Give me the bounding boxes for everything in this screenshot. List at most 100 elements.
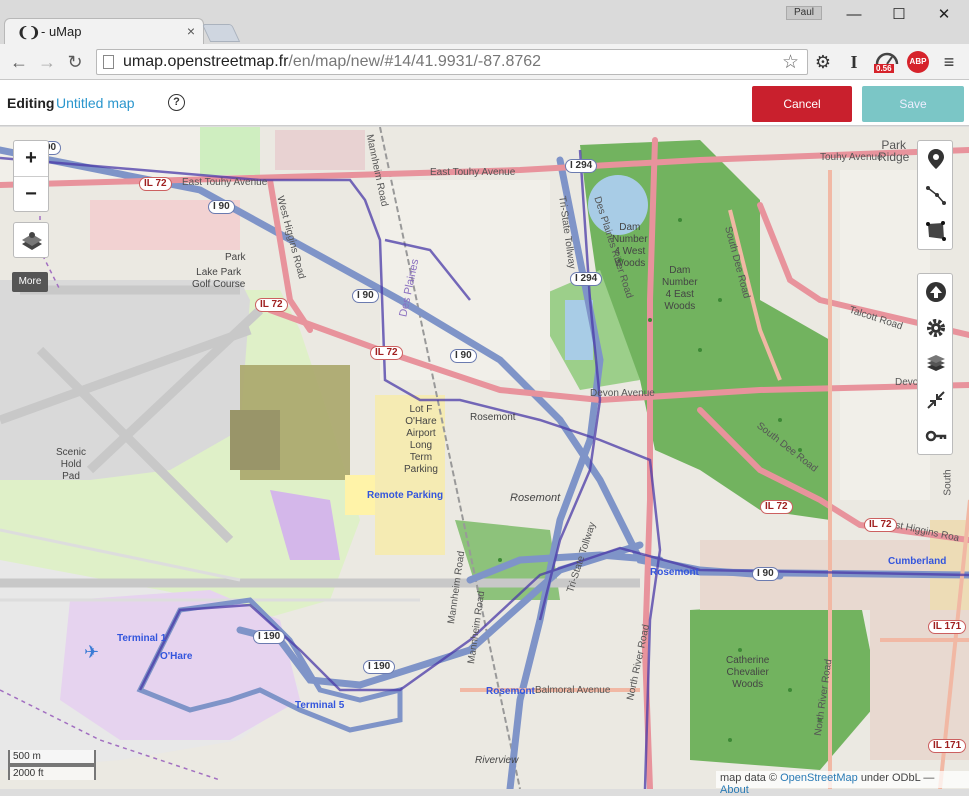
about-link[interactable]: About bbox=[720, 784, 749, 796]
i294-shield: I 294 bbox=[565, 159, 598, 173]
extension-badge: 0.56 bbox=[874, 64, 894, 73]
gear-icon bbox=[927, 319, 945, 337]
park-label: Park bbox=[225, 252, 246, 263]
draw-marker-button[interactable] bbox=[918, 141, 952, 177]
import-data-button[interactable] bbox=[918, 274, 952, 310]
umap-favicon-icon: ❨❩ bbox=[17, 24, 41, 40]
i90-shield-2: I 90 bbox=[352, 289, 379, 303]
riverview-label: Riverview bbox=[475, 755, 519, 766]
osm-link[interactable]: OpenStreetMap bbox=[780, 772, 858, 784]
minimize-button[interactable]: — bbox=[839, 6, 869, 24]
il171-shield-2: IL 171 bbox=[928, 739, 967, 753]
draw-polygon-button[interactable] bbox=[918, 213, 952, 249]
bookmark-star-icon[interactable]: ☆ bbox=[782, 51, 799, 74]
more-controls-button[interactable]: More bbox=[12, 272, 48, 292]
zoom-out-button[interactable]: − bbox=[14, 177, 48, 213]
map-settings-button[interactable] bbox=[918, 310, 952, 346]
url-text: umap.openstreetmap.fr/en/map/new/#14/41.… bbox=[123, 53, 542, 70]
touhy-road-label-2: East Touhy Avenue bbox=[430, 167, 516, 178]
devon-avenue-label: Devon Avenue bbox=[590, 388, 655, 399]
settings-gear-icon[interactable]: ⚙ bbox=[812, 52, 834, 72]
touhy-road-label: East Touhy Avenue bbox=[182, 177, 268, 188]
upload-icon bbox=[926, 282, 946, 302]
save-button[interactable]: Save bbox=[862, 86, 964, 122]
settings-toolbar bbox=[917, 273, 953, 455]
i294-shield-2: I 294 bbox=[570, 272, 603, 286]
browser-toolbar: ← → ↻ umap.openstreetmap.fr/en/map/new/#… bbox=[0, 44, 969, 80]
polyline-icon bbox=[926, 186, 946, 205]
chrome-menu-icon[interactable]: ≡ bbox=[940, 52, 958, 72]
manage-layers-button[interactable] bbox=[918, 346, 952, 382]
tab-close-icon[interactable]: × bbox=[187, 23, 195, 39]
map-canvas[interactable]: Park Lake Park Golf Course Park Ridge Da… bbox=[0, 127, 969, 789]
attribution: map data © OpenStreetMap under ODbL — Ab… bbox=[716, 771, 969, 796]
airport-icon: ✈ bbox=[84, 642, 100, 662]
ohare-label: O'Hare bbox=[160, 651, 193, 662]
i90-shield: I 90 bbox=[208, 200, 235, 214]
cumberland-label: Cumberland bbox=[888, 556, 947, 567]
catherine-woods-label: Catherine Chevalier Woods bbox=[726, 655, 770, 690]
il171-shield: IL 171 bbox=[928, 620, 967, 634]
profile-badge[interactable]: Paul bbox=[786, 6, 822, 20]
balmoral-avenue-label: Balmoral Avenue bbox=[535, 685, 611, 696]
marker-icon bbox=[928, 149, 944, 169]
terminal-5-label: Terminal 5 bbox=[295, 700, 345, 711]
reload-icon[interactable]: ↻ bbox=[64, 52, 86, 72]
zoom-control: + − bbox=[13, 140, 49, 212]
touhy-avenue-label: Touhy Avenue bbox=[820, 152, 883, 163]
terminal-1-label: Terminal 1 bbox=[117, 633, 167, 644]
zoom-in-button[interactable]: + bbox=[14, 141, 48, 177]
devon-avenue-label-2: Devo bbox=[895, 377, 919, 388]
map-name-link[interactable]: Untitled map bbox=[56, 95, 135, 111]
remote-parking-station-label: Remote Parking bbox=[367, 490, 444, 501]
key-icon bbox=[925, 430, 947, 442]
close-window-button[interactable]: ✕ bbox=[929, 6, 959, 24]
lake-park-label: Lake Park Golf Course bbox=[192, 267, 246, 290]
draw-polyline-button[interactable] bbox=[918, 177, 952, 213]
scale-bar: 500 m 2000 ft bbox=[8, 750, 96, 780]
il72-shield: IL 72 bbox=[139, 177, 172, 191]
rosemont-label: Rosemont bbox=[510, 492, 561, 504]
browser-titlebar: ❨❩ - uMap × Paul — ☐ ✕ bbox=[0, 0, 969, 44]
south-label: South bbox=[942, 469, 954, 496]
back-arrow-icon[interactable]: ← bbox=[8, 52, 30, 72]
editing-label: Editing bbox=[7, 95, 55, 111]
il72-shield-5: IL 72 bbox=[864, 518, 897, 532]
i190-shield: I 190 bbox=[253, 630, 286, 644]
il72-shield-4: IL 72 bbox=[760, 500, 793, 514]
maximize-button[interactable]: ☐ bbox=[884, 6, 914, 24]
speedometer-extension-icon[interactable]: 0.56 bbox=[874, 50, 900, 74]
forward-arrow-icon[interactable]: → bbox=[36, 52, 58, 72]
cancel-button[interactable]: Cancel bbox=[752, 86, 852, 122]
rosemont-small-label: Rosemont bbox=[470, 412, 516, 423]
lot-f-label: Lot F O'Hare Airport Long Term Parking bbox=[404, 404, 438, 475]
i90-shield-3: I 90 bbox=[450, 349, 477, 363]
page-icon bbox=[103, 55, 114, 69]
il72-shield-2: IL 72 bbox=[255, 298, 288, 312]
scale-imperial: 2000 ft bbox=[8, 765, 96, 780]
adblock-icon[interactable]: ABP bbox=[907, 51, 929, 73]
rosemont-station-label-2: Rosemont bbox=[486, 686, 535, 697]
map-layers-icon bbox=[22, 232, 42, 250]
polygon-icon bbox=[926, 221, 946, 241]
new-tab-button[interactable] bbox=[201, 24, 241, 42]
collapse-icon bbox=[927, 391, 945, 409]
instapaper-icon[interactable]: I bbox=[846, 52, 862, 72]
address-bar[interactable]: umap.openstreetmap.fr/en/map/new/#14/41.… bbox=[96, 49, 808, 75]
permissions-button[interactable] bbox=[918, 418, 952, 454]
draw-toolbar bbox=[917, 140, 953, 250]
umap-header: Editing Untitled map ? Cancel Save bbox=[0, 80, 969, 126]
rosemont-station-label: Rosemont bbox=[650, 567, 699, 578]
i190-shield-2: I 190 bbox=[363, 660, 396, 674]
i90-shield-4: I 90 bbox=[752, 567, 779, 581]
layers-switcher-button[interactable] bbox=[13, 222, 49, 258]
tab-title: - uMap bbox=[41, 24, 82, 39]
il72-shield-3: IL 72 bbox=[370, 346, 403, 360]
layers-icon bbox=[927, 355, 945, 371]
scale-metric: 500 m bbox=[8, 750, 96, 765]
scenic-hold-pad-label: Scenic Hold Pad bbox=[56, 447, 87, 482]
dam-east-woods-label: Dam Number 4 East Woods bbox=[662, 265, 698, 312]
advanced-actions-button[interactable] bbox=[918, 382, 952, 418]
help-icon[interactable]: ? bbox=[168, 94, 185, 111]
browser-tab[interactable]: ❨❩ - uMap × bbox=[4, 18, 204, 44]
